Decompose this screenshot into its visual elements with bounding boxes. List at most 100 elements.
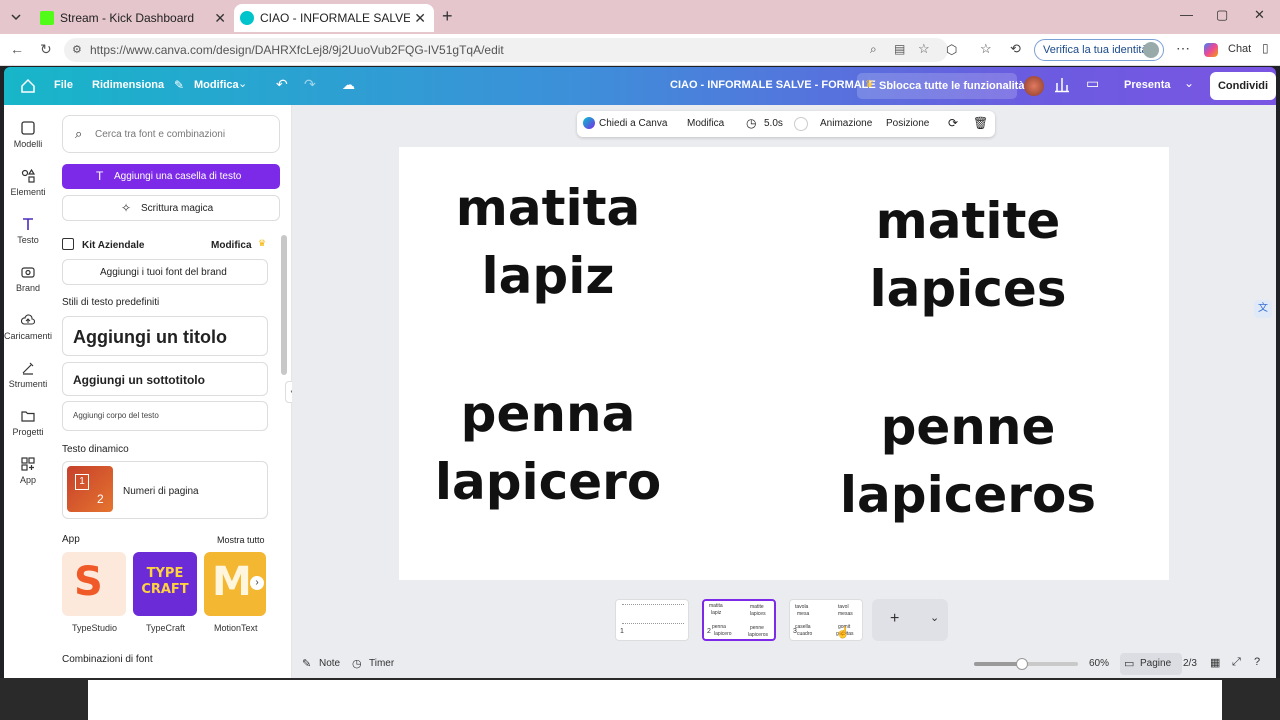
reader-icon[interactable]: ▤ [894,42,905,56]
add-brand-fonts-button[interactable]: Aggiungi i tuoi font del brand [62,259,268,285]
magic-write-button[interactable]: ✧ Scrittura magica [62,195,280,221]
text-penna[interactable]: penna [398,380,698,448]
verify-identity-button[interactable]: Verifica la tua identità [1034,39,1164,61]
scroll-right-icon[interactable]: › [250,576,264,590]
app-name-label: TypeCraft [146,623,186,633]
page-thumbnail-1[interactable]: 1 [615,599,689,641]
grid-view-icon[interactable]: ▦ [1210,656,1220,669]
app-typestudio-thumbnail[interactable]: S [62,552,126,616]
insights-icon[interactable] [1054,75,1070,93]
share-button[interactable]: Condividi [1210,72,1276,100]
url-field[interactable]: ⚙ https://www.canva.com/design/DAHRXfcLe… [64,38,948,62]
pages-view-button[interactable]: ▭ Pagine [1120,653,1182,675]
text-lapiceros[interactable]: lapiceros [818,461,1118,529]
app-motiontext-thumbnail[interactable]: M › [204,552,266,616]
page-numbers-button[interactable]: 1 2 Numeri di pagina [62,461,268,519]
unlock-features-button[interactable]: ♛ Sblocca tutte le funzionalità [857,73,1024,99]
rail-item-text[interactable]: Testo [4,217,52,245]
app-name-label: MotionText [214,623,258,633]
timer-button[interactable]: Timer [369,658,394,669]
edit-menu[interactable]: Modifica [194,79,239,91]
add-subtitle-button[interactable]: Aggiungi un sottotitolo [62,362,268,396]
file-menu[interactable]: File [54,79,73,91]
rail-item-uploads[interactable]: Caricamenti [4,313,52,341]
favorites-icon[interactable]: ☆ [980,41,992,57]
resize-menu[interactable]: Ridimensiona [92,79,164,91]
text-penne[interactable]: penne [818,393,1118,461]
rail-item-projects[interactable]: Progetti [4,409,52,437]
edit-button[interactable]: Modifica [687,118,724,129]
rail-item-apps[interactable]: App [4,457,52,485]
panel-scrollbar[interactable] [281,235,287,375]
maximize-icon[interactable]: ▢ [1216,7,1228,23]
undo-icon[interactable]: ↶ [276,76,288,93]
add-body-button[interactable]: Aggiungi corpo del testo [62,401,268,431]
brand-kit-edit-link[interactable]: Modifica [211,240,252,251]
rail-item-brand[interactable]: Brand [4,265,52,293]
add-page-button[interactable]: + ⌄ [872,599,948,641]
close-tab-icon[interactable]: ✕ [414,10,426,27]
cloud-save-icon[interactable]: ☁ [342,77,355,93]
new-tab-icon[interactable]: + [442,6,453,27]
present-button[interactable]: Presenta [1124,79,1170,91]
zoom-icon[interactable]: ⌕ [870,42,877,57]
tab-kick-dashboard[interactable]: Stream - Kick Dashboard ✕ [30,4,234,32]
sidebar-icon[interactable]: ▯ [1262,41,1269,55]
extensions-icon[interactable]: ⬡ [946,42,957,58]
rail-item-elements[interactable]: Elementi [4,169,52,197]
animation-button[interactable]: Animazione [820,118,872,129]
minimize-icon[interactable]: — [1180,7,1193,22]
comment-icon[interactable]: ▭ [1086,75,1099,92]
editor-footer: ✎ Note ◷ Timer 60% ▭ Pagine 2/3 ▦ ⤢ ? [292,652,1276,678]
tab-list-icon[interactable] [8,9,24,25]
position-button[interactable]: Posizione [886,118,929,129]
show-all-link[interactable]: Mostra tutto [217,535,265,545]
chevron-down-icon[interactable]: ⌄ [930,611,939,624]
tab-canva-design[interactable]: CIAO - INFORMALE SALVE - FORM ✕ [234,4,434,32]
ask-canva-button[interactable]: Chiedi a Canva [599,118,667,129]
trash-icon[interactable]: 🗑 [973,116,988,130]
text-lapiz[interactable]: lapiz [398,242,698,310]
duration-button[interactable]: 5.0s [764,118,783,129]
rail-item-templates[interactable]: Modelli [4,121,52,149]
site-info-icon[interactable]: ⚙ [72,43,82,56]
present-options-icon[interactable]: ⌄ [1184,76,1194,90]
add-textbox-button[interactable]: T Aggiungi una casella di testo [62,164,280,189]
page-thumbnail-3[interactable]: tavola mesa tavol mesas casella cuadro g… [789,599,863,641]
notes-button[interactable]: Note [319,658,340,669]
app-typecraft-thumbnail[interactable]: TYPE CRAFT [133,552,197,616]
refresh-icon[interactable]: ⟳ [948,116,958,130]
text-lapicero[interactable]: lapicero [398,448,698,516]
rail-item-tools[interactable]: Strumenti [4,361,52,389]
thumb-text: mesa [797,611,810,617]
reload-icon[interactable]: ↻ [40,41,52,58]
background-color-swatch[interactable] [794,117,808,131]
help-icon[interactable]: ? [1254,656,1260,668]
more-menu-icon[interactable]: ⋯ [1176,40,1190,57]
page-thumbnail-2[interactable]: matita lapiz matite lapices penna lapice… [702,599,776,641]
back-icon[interactable]: ← [10,41,24,57]
text-matite[interactable]: matite [818,187,1118,255]
thumb-text: matite [750,604,764,610]
copilot-icon[interactable] [1204,43,1218,57]
user-avatar[interactable] [1024,76,1044,96]
zoom-level[interactable]: 60% [1089,658,1109,669]
text-t-icon: T [96,169,104,183]
zoom-slider-handle[interactable] [1016,658,1028,670]
close-window-icon[interactable]: ✕ [1254,7,1265,23]
text-lapices[interactable]: lapices [818,255,1118,323]
text-matita[interactable]: matita [398,174,698,242]
fullscreen-icon[interactable]: ⤢ [1232,656,1241,669]
chat-button[interactable]: Chat [1228,43,1251,55]
redo-icon[interactable]: ↷ [304,76,316,93]
translate-icon[interactable]: 文 [1254,300,1272,318]
design-title[interactable]: CIAO - INFORMALE SALVE - FORMALE [670,79,876,91]
bookmark-star-icon[interactable]: ☆ [918,41,930,57]
history-icon[interactable]: ⟲ [1010,41,1021,57]
add-title-button[interactable]: Aggiungi un titolo [62,316,268,356]
slide-page[interactable]: matita lapiz matite lapices penna lapice… [399,147,1169,580]
chevron-down-icon[interactable]: ⌄ [238,77,247,90]
home-icon[interactable] [20,78,36,94]
close-tab-icon[interactable]: ✕ [214,10,226,27]
font-search-input[interactable]: ⌕ Cerca tra font e combinazioni [62,115,280,153]
